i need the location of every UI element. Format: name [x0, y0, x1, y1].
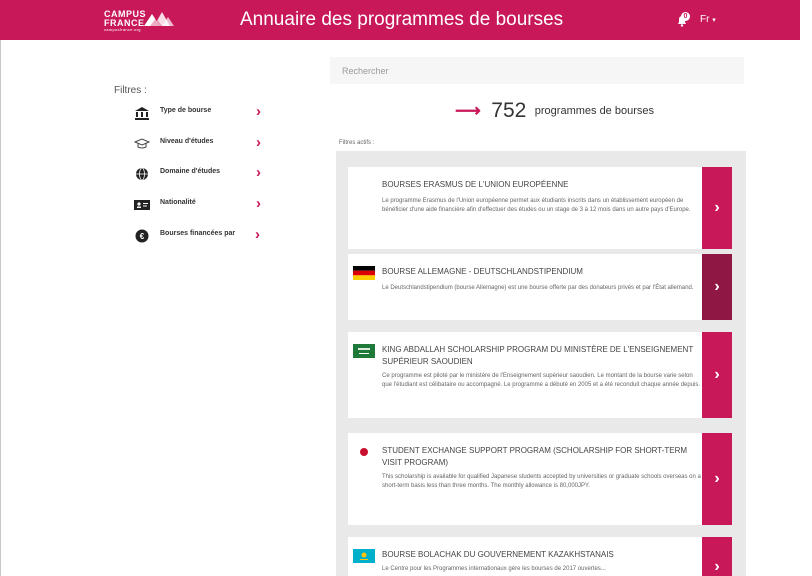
chevron-down-icon: ▾ — [712, 17, 716, 24]
filter-label: Niveau d'études — [160, 138, 214, 145]
bank-icon — [135, 107, 149, 120]
flag-saudi-arabia-icon — [353, 344, 375, 358]
result-title: STUDENT EXCHANGE SUPPORT PROGRAM (SCHOLA… — [382, 446, 688, 467]
chevron-right-icon: › — [256, 195, 261, 212]
result-card[interactable]: BOURSE BOLACHAK DU GOUVERNEMENT KAZAKHST… — [348, 537, 732, 576]
chevron-right-icon: › — [256, 164, 261, 181]
open-result-button[interactable]: › — [702, 537, 732, 576]
filter-bourses-financees-par[interactable]: € Bourses financées par › — [134, 226, 276, 246]
filter-type-de-bourse[interactable]: Type de bourse › — [134, 103, 276, 123]
language-selector[interactable]: Fr ▾ — [700, 14, 716, 25]
result-description: Le programme Erasmus de l'Union européen… — [382, 198, 691, 213]
logo-line-3: campusfrance.org — [104, 27, 141, 32]
result-card[interactable]: KING ABDALLAH SCHOLARSHIP PROGRAM DU MIN… — [348, 332, 732, 418]
arrow-right-icon: ⟶ — [455, 100, 481, 121]
notification-bell[interactable]: 0 — [676, 12, 692, 28]
result-title: KING ABDALLAH SCHOLARSHIP PROGRAM DU MIN… — [382, 345, 694, 366]
graduation-cap-icon — [134, 138, 150, 149]
language-label: Fr — [700, 14, 710, 25]
filter-niveau-etudes[interactable]: Niveau d'études › — [134, 134, 276, 154]
open-result-button[interactable]: › — [702, 254, 732, 320]
results-count-number: 752 — [491, 99, 527, 122]
campus-france-logo[interactable]: CAMPUS FRANCE campusfrance.org — [104, 8, 184, 34]
filter-label: Nationalité — [160, 199, 196, 206]
open-result-button[interactable]: › — [702, 332, 732, 418]
filter-label: Bourses financées par — [160, 230, 236, 237]
result-title: BOURSE BOLACHAK DU GOUVERNEMENT KAZAKHST… — [382, 550, 614, 559]
result-card[interactable]: BOURSES ERASMUS DE L'UNION EUROPÉENNE Le… — [348, 167, 732, 249]
filter-label: Domaine d'études — [160, 168, 221, 175]
chevron-right-icon: › — [256, 103, 261, 120]
app-title: Annuaire des programmes de bourses — [240, 9, 564, 30]
globe-icon — [136, 167, 148, 181]
result-description: Le Deutschlandstipendium (bourse Allemag… — [382, 285, 694, 291]
filter-domaine-etudes[interactable]: Domaine d'études › — [134, 164, 276, 184]
open-result-button[interactable]: › — [702, 167, 732, 249]
svg-text:€: € — [140, 232, 145, 241]
result-description: Le Centre pour les Programmes internatio… — [382, 566, 606, 572]
top-bar: CAMPUS FRANCE campusfrance.org Annuaire … — [0, 0, 800, 40]
results-count: ⟶ 752 programmes de bourses — [455, 99, 654, 123]
notification-count: 0 — [681, 12, 690, 21]
result-description: Ce programme est piloté par le ministère… — [382, 373, 701, 388]
search-input[interactable] — [330, 57, 744, 84]
results-count-label: programmes de bourses — [534, 105, 654, 117]
result-card[interactable]: STUDENT EXCHANGE SUPPORT PROGRAM (SCHOLA… — [348, 433, 732, 525]
chevron-right-icon: › — [256, 134, 261, 151]
euro-coin-icon: € — [135, 229, 149, 243]
active-filters-label: Filtres actifs : — [339, 140, 375, 146]
filters-title: Filtres : — [114, 85, 147, 96]
flag-japan-icon — [353, 445, 375, 459]
result-card[interactable]: BOURSE ALLEMAGNE - DEUTSCHLANDSTIPENDIUM… — [348, 254, 732, 320]
result-description: This scholarship is available for qualif… — [382, 474, 701, 489]
filter-nationalite[interactable]: Nationalité › — [134, 195, 276, 215]
results-list: BOURSES ERASMUS DE L'UNION EUROPÉENNE Le… — [336, 151, 746, 576]
logo-triangles-icon — [144, 12, 174, 26]
flag-kazakhstan-icon — [353, 549, 375, 563]
filter-label: Type de bourse — [160, 107, 212, 114]
open-result-button[interactable]: › — [702, 433, 732, 525]
result-title: BOURSE ALLEMAGNE - DEUTSCHLANDSTIPENDIUM — [382, 267, 583, 276]
result-title: BOURSES ERASMUS DE L'UNION EUROPÉENNE — [382, 180, 569, 189]
id-card-icon — [134, 200, 150, 210]
flag-germany-icon — [353, 266, 375, 280]
chevron-right-icon: › — [255, 226, 260, 243]
